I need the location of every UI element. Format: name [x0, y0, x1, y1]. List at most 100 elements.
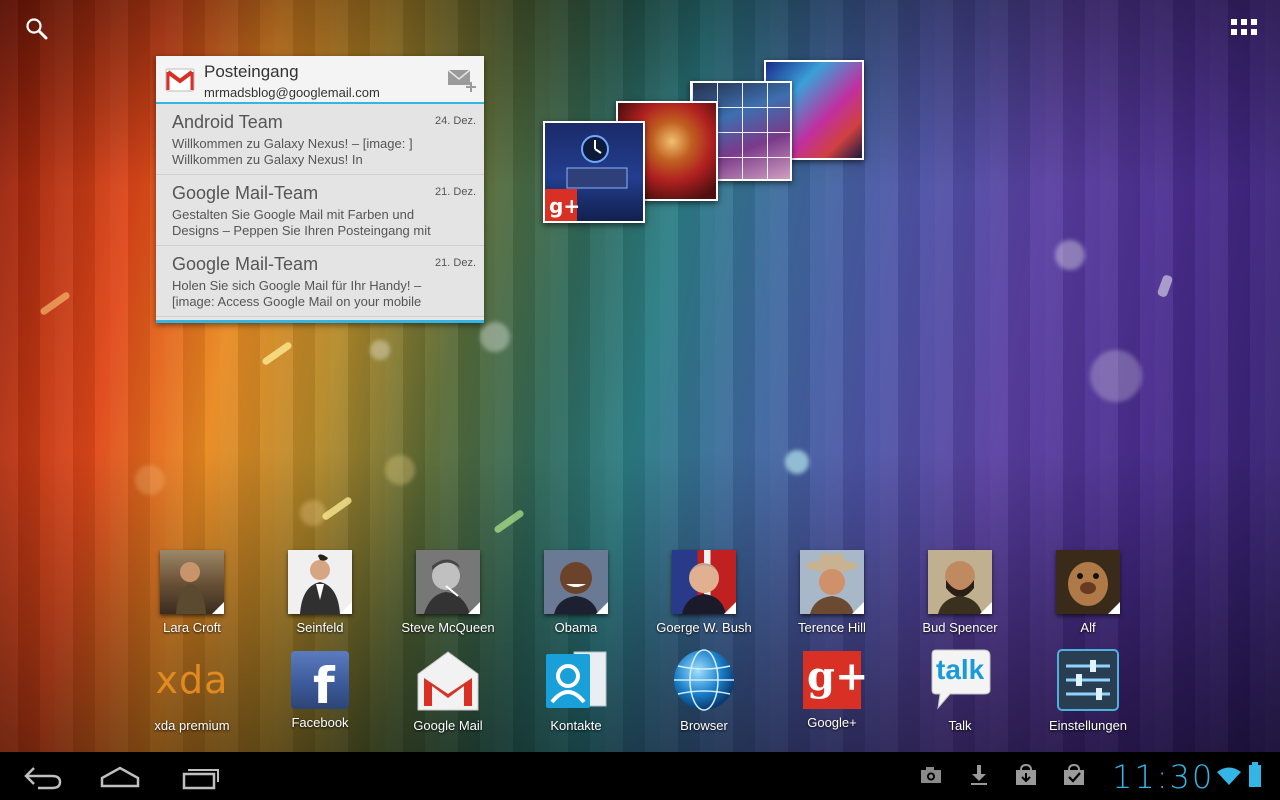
contact-photo — [800, 550, 864, 614]
facebook-app[interactable]: f Facebook — [256, 648, 384, 730]
email-snippet: Willkommen zu Galaxy Nexus! – [image: ] W… — [172, 136, 462, 168]
contact-label: Alf — [1080, 620, 1096, 635]
contact-label: Lara Croft — [163, 620, 221, 635]
home-icon[interactable] — [92, 760, 152, 792]
all-apps-icon[interactable] — [1230, 16, 1258, 40]
globe-icon — [672, 648, 736, 712]
wifi-icon — [1216, 766, 1242, 791]
wallpaper-bokeh — [1055, 240, 1085, 270]
talk-icon: talk — [928, 648, 992, 712]
system-bar: 11:30 — [0, 752, 1280, 800]
app-label: Kontakte — [550, 718, 602, 733]
contact-shortcut[interactable]: Seinfeld — [260, 550, 380, 635]
contact-shortcut[interactable]: Alf — [1028, 550, 1148, 635]
email-sender: Google Mail-Team — [172, 183, 319, 203]
google-plus-icon: g+ — [803, 651, 868, 709]
search-icon[interactable] — [24, 16, 50, 42]
wallpaper-bokeh — [385, 455, 415, 485]
wallpaper-bokeh — [480, 322, 510, 352]
email-snippet: Holen Sie sich Google Mail für Ihr Handy… — [172, 278, 462, 310]
app-label: Google Mail — [413, 718, 483, 733]
recent-apps-icon[interactable] — [172, 760, 232, 792]
google-plus-app[interactable]: g+ Google+ — [768, 648, 896, 730]
email-snippet-line: Willkommen zu Galaxy Nexus! In — [172, 152, 363, 167]
contact-label: Goerge W. Bush — [656, 620, 752, 635]
contact-shortcut[interactable]: Goerge W. Bush — [644, 550, 764, 635]
app-label: Einstellungen — [1048, 718, 1128, 733]
gmail-widget-header[interactable]: Posteingang mrmadsblog@googlemail.com — [156, 56, 484, 104]
contact-shortcut[interactable]: Terence Hill — [772, 550, 892, 635]
settings-app[interactable]: Einstellungen — [1024, 648, 1152, 733]
market-icon[interactable] — [1014, 763, 1038, 791]
svg-text:g+: g+ — [549, 194, 580, 218]
compose-icon[interactable] — [446, 66, 478, 92]
wallpaper-bokeh — [370, 340, 390, 360]
gmail-widget-title: Posteingang — [204, 62, 299, 81]
contacts-app[interactable]: Kontakte — [512, 648, 640, 733]
gmail-icon — [416, 648, 480, 712]
google-plus-icon-text: g+ — [807, 653, 869, 700]
talk-app[interactable]: talk Talk — [896, 648, 1024, 733]
contact-photo — [160, 550, 224, 614]
contact-photo — [672, 550, 736, 614]
contact-label: Steve McQueen — [401, 620, 495, 635]
contacts-icon — [544, 648, 608, 712]
settings-sliders-icon — [1056, 648, 1120, 712]
contact-shortcut[interactable]: Steve McQueen — [388, 550, 508, 635]
contact-shortcut[interactable]: Lara Croft — [132, 550, 252, 635]
back-icon[interactable] — [14, 760, 74, 792]
contact-photo — [288, 550, 352, 614]
contact-shortcut[interactable]: Obama — [516, 550, 636, 635]
gmail-widget[interactable]: Posteingang mrmadsblog@googlemail.com An… — [156, 56, 484, 323]
task-icon[interactable] — [1062, 763, 1086, 791]
contact-label: Obama — [554, 620, 598, 635]
camera-icon[interactable] — [920, 764, 942, 791]
email-snippet-line: Holen Sie sich Google Mail für Ihr Handy… — [172, 278, 422, 293]
app-label: Google+ — [807, 715, 857, 730]
contact-label: Terence Hill — [798, 620, 866, 635]
email-date: 24. Dez. — [435, 115, 476, 127]
xda-icon-text: xda — [155, 658, 229, 702]
wallpaper-bokeh — [300, 500, 326, 526]
gmail-logo-icon — [165, 66, 195, 92]
app-label: Browser — [680, 718, 728, 733]
email-list-item[interactable]: Google Mail-Team 21. Dez. Holen Sie sich… — [156, 246, 484, 317]
facebook-icon-text: f — [313, 657, 335, 715]
facebook-icon: f — [291, 651, 349, 715]
app-label: Talk — [948, 718, 972, 733]
wallpaper-bokeh — [1090, 350, 1142, 402]
battery-icon — [1248, 762, 1262, 793]
email-sender: Android Team — [172, 112, 283, 132]
email-list-item[interactable]: Google Mail-Team 21. Dez. Gestalten Sie … — [156, 175, 484, 246]
app-label: Facebook — [291, 715, 349, 730]
email-list-item[interactable]: Android Team 24. Dez. Willkommen zu Gala… — [156, 104, 484, 175]
contact-photo — [544, 550, 608, 614]
gmail-app[interactable]: Google Mail — [384, 648, 512, 733]
clock: 11:30 — [1112, 758, 1215, 796]
download-icon[interactable] — [968, 764, 990, 791]
email-snippet: Gestalten Sie Google Mail mit Farben und… — [172, 207, 462, 239]
xda-icon: xda — [150, 648, 234, 712]
gallery-photo[interactable]: g+ — [543, 121, 645, 223]
wallpaper-bokeh — [785, 450, 809, 474]
email-sender: Google Mail-Team — [172, 254, 319, 274]
app-label: xda premium — [154, 718, 230, 733]
gmail-widget-account: mrmadsblog@googlemail.com — [204, 85, 380, 100]
contact-photo — [1056, 550, 1120, 614]
widget-divider — [156, 320, 484, 323]
email-snippet-line: Willkommen zu Galaxy Nexus! – [image: ] — [172, 136, 413, 151]
contact-photo — [928, 550, 992, 614]
contact-label: Seinfeld — [296, 620, 344, 635]
xda-premium-app[interactable]: xda xda premium — [128, 648, 256, 733]
email-snippet-line: Designs – Peppen Sie Ihren Posteingang m… — [172, 223, 431, 238]
contact-shortcut[interactable]: Bud Spencer — [900, 550, 1020, 635]
wallpaper-bokeh — [135, 465, 165, 495]
email-date: 21. Dez. — [435, 257, 476, 269]
talk-icon-text: talk — [936, 654, 985, 685]
email-snippet-line: [image: Access Google Mail on your mobil… — [172, 294, 422, 309]
contact-photo — [416, 550, 480, 614]
browser-app[interactable]: Browser — [640, 648, 768, 733]
email-date: 21. Dez. — [435, 186, 476, 198]
email-snippet-line: Gestalten Sie Google Mail mit Farben und — [172, 207, 415, 222]
contact-label: Bud Spencer — [922, 620, 998, 635]
